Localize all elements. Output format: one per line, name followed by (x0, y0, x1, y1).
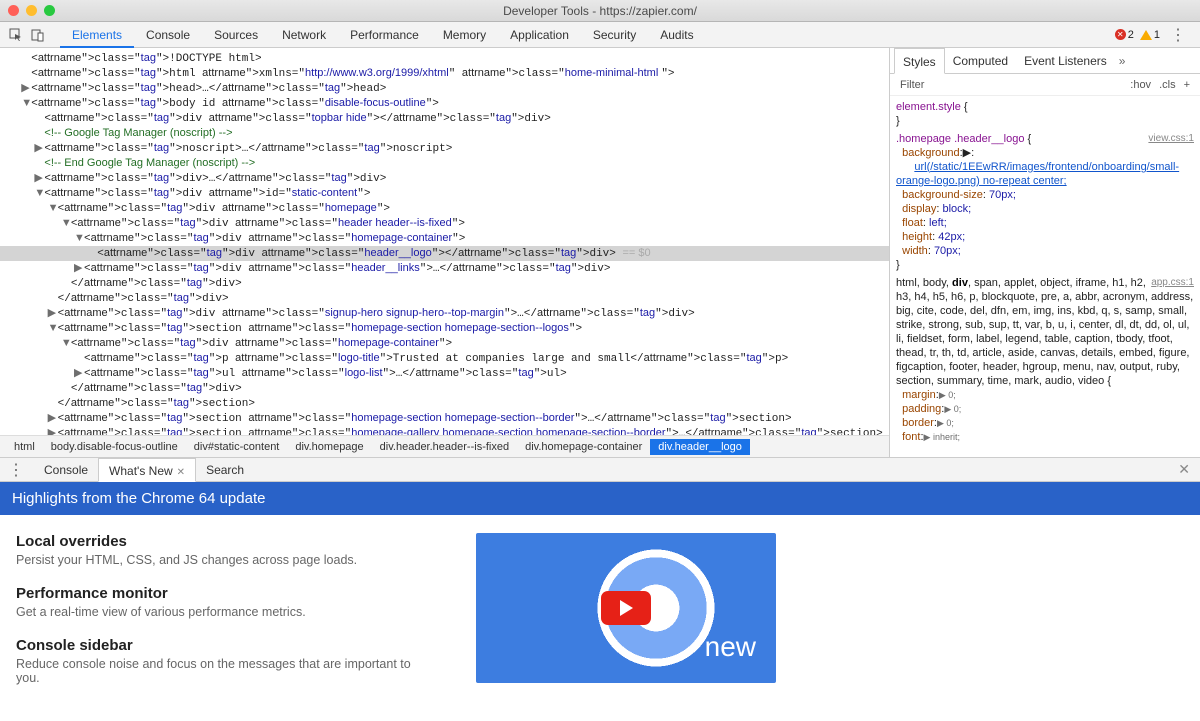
window-title: Developer Tools - https://zapier.com/ (0, 4, 1200, 18)
style-rules[interactable]: element.style {} view.css:1 .homepage .h… (890, 96, 1200, 457)
tab-memory[interactable]: Memory (431, 22, 498, 48)
tab-console[interactable]: Console (134, 22, 202, 48)
dom-node[interactable]: <attrname">class="tag">div attrname">cla… (8, 111, 889, 126)
device-toolbar-icon[interactable] (28, 25, 48, 45)
dom-node[interactable]: </attrname">class="tag">section> (8, 396, 889, 411)
styles-tab-computed[interactable]: Computed (945, 48, 1016, 74)
dom-breadcrumb[interactable]: htmlbody.disable-focus-outlinediv#static… (0, 435, 889, 457)
dom-node[interactable]: <attrname">class="tag">html attrname">xm… (8, 66, 889, 81)
breadcrumb-item[interactable]: div.homepage (287, 439, 371, 455)
dom-tree[interactable]: <attrname">class="tag">!DOCTYPE html> <a… (0, 48, 889, 435)
dom-node[interactable]: <attrname">class="tag">p attrname">class… (8, 351, 889, 366)
source-link[interactable]: app.css:1 (1151, 276, 1194, 290)
styles-filter-input[interactable]: Filter (896, 79, 928, 91)
tab-network[interactable]: Network (270, 22, 338, 48)
breadcrumb-item[interactable]: div.header.header--is-fixed (372, 439, 517, 455)
dom-node[interactable]: ▶<attrname">class="tag">noscript>…</attr… (8, 141, 889, 156)
dom-node[interactable]: ▼<attrname">class="tag">div attrname">cl… (8, 336, 889, 351)
dom-node[interactable]: </attrname">class="tag">div> (8, 381, 889, 396)
styles-panel: StylesComputedEvent Listeners» Filter :h… (890, 48, 1200, 457)
cls-toggle[interactable]: .cls (1155, 79, 1180, 91)
whats-new-desc: Persist your HTML, CSS, and JS changes a… (16, 553, 436, 567)
warning-count-badge[interactable]: 1 (1140, 29, 1160, 41)
dom-node[interactable]: <!-- End Google Tag Manager (noscript) -… (8, 156, 889, 171)
styles-filter-row: Filter :hov .cls + (890, 74, 1200, 96)
drawer-menu-icon[interactable]: ⋮ (4, 460, 28, 480)
play-icon[interactable] (601, 591, 651, 625)
whats-new-desc: Reduce console noise and focus on the me… (16, 657, 436, 685)
dom-node[interactable]: ▶<attrname">class="tag">ul attrname">cla… (8, 366, 889, 381)
error-count-badge[interactable]: ✕2 (1115, 29, 1134, 41)
tab-elements[interactable]: Elements (60, 22, 134, 48)
dom-node[interactable]: ▶<attrname">class="tag">div>…</attrname"… (8, 171, 889, 186)
rule-element-style: element.style {} (896, 100, 1194, 128)
whats-new-content: Local overrides Persist your HTML, CSS, a… (0, 515, 1200, 721)
whats-new-video[interactable]: new (476, 533, 776, 683)
devtools-toolbar: ElementsConsoleSourcesNetworkPerformance… (0, 22, 1200, 48)
tab-audits[interactable]: Audits (648, 22, 705, 48)
tab-security[interactable]: Security (581, 22, 648, 48)
drawer-tab-what-s-new[interactable]: What's New✕ (98, 458, 196, 482)
tab-performance[interactable]: Performance (338, 22, 431, 48)
dom-node[interactable]: </attrname">class="tag">div> (8, 291, 889, 306)
dom-node[interactable]: ▶<attrname">class="tag">head>…</attrname… (8, 81, 889, 96)
panel-tabs: ElementsConsoleSourcesNetworkPerformance… (60, 22, 706, 48)
settings-menu-icon[interactable]: ⋮ (1166, 25, 1190, 45)
styles-tabs-more-icon[interactable]: » (1115, 54, 1130, 68)
rule-reset: app.css:1 html, body, div, span, applet,… (896, 276, 1194, 444)
source-link[interactable]: view.css:1 (1148, 132, 1194, 146)
drawer-close-icon[interactable]: ✕ (1172, 461, 1196, 478)
drawer-tab-console[interactable]: Console (34, 458, 98, 482)
styles-tabs: StylesComputedEvent Listeners» (890, 48, 1200, 74)
dom-node[interactable]: ▶<attrname">class="tag">div attrname">cl… (8, 261, 889, 276)
breadcrumb-item[interactable]: div.header__logo (650, 439, 750, 455)
whats-new-title: Performance monitor (16, 585, 436, 602)
dom-node[interactable]: ▶<attrname">class="tag">section attrname… (8, 411, 889, 426)
breadcrumb-item[interactable]: html (6, 439, 43, 455)
video-overlay-text: new (705, 631, 756, 663)
whats-new-desc: Get a real-time view of various performa… (16, 605, 436, 619)
whats-new-title: Local overrides (16, 533, 436, 550)
tab-sources[interactable]: Sources (202, 22, 270, 48)
dom-node[interactable]: ▼<attrname">class="tag">div attrname">id… (8, 186, 889, 201)
styles-tab-styles[interactable]: Styles (894, 48, 945, 74)
tab-application[interactable]: Application (498, 22, 581, 48)
dom-node[interactable]: ▼<attrname">class="tag">div attrname">cl… (8, 216, 889, 231)
dom-node[interactable]: </attrname">class="tag">div> (8, 276, 889, 291)
whats-new-item[interactable]: Performance monitor Get a real-time view … (16, 585, 436, 619)
breadcrumb-item[interactable]: div#static-content (186, 439, 288, 455)
breadcrumb-item[interactable]: div.homepage-container (517, 439, 650, 455)
drawer-tabs: ⋮ ConsoleWhat's New✕Search ✕ (0, 458, 1200, 482)
drawer-tab-search[interactable]: Search (196, 458, 254, 482)
dom-node[interactable]: ▶<attrname">class="tag">section attrname… (8, 426, 889, 435)
dom-node[interactable]: <attrname">class="tag">div attrname">cla… (0, 246, 889, 261)
dom-node[interactable]: ▶<attrname">class="tag">div attrname">cl… (8, 306, 889, 321)
dom-node[interactable]: ▼<attrname">class="tag">section attrname… (8, 321, 889, 336)
dom-node[interactable]: ▼<attrname">class="tag">div attrname">cl… (8, 201, 889, 216)
whats-new-banner: Highlights from the Chrome 64 update (0, 482, 1200, 515)
hov-toggle[interactable]: :hov (1126, 79, 1155, 91)
dom-node[interactable]: <attrname">class="tag">!DOCTYPE html> (8, 51, 889, 66)
styles-tab-event-listeners[interactable]: Event Listeners (1016, 48, 1115, 74)
inspect-element-icon[interactable] (6, 25, 26, 45)
new-rule-button[interactable]: + (1180, 79, 1194, 91)
whats-new-item[interactable]: Console sidebar Reduce console noise and … (16, 637, 436, 685)
whats-new-item[interactable]: Local overrides Persist your HTML, CSS, a… (16, 533, 436, 567)
dom-node[interactable]: ▼<attrname">class="tag">div attrname">cl… (8, 231, 889, 246)
dom-node[interactable]: ▼<attrname">class="tag">body id attrname… (8, 96, 889, 111)
elements-panel: <attrname">class="tag">!DOCTYPE html> <a… (0, 48, 890, 457)
rule-header-logo: view.css:1 .homepage .header__logo { bac… (896, 132, 1194, 272)
breadcrumb-item[interactable]: body.disable-focus-outline (43, 439, 186, 455)
close-icon[interactable]: ✕ (177, 467, 185, 478)
whats-new-title: Console sidebar (16, 637, 436, 654)
window-titlebar: Developer Tools - https://zapier.com/ (0, 0, 1200, 22)
dom-node[interactable]: <!-- Google Tag Manager (noscript) --> (8, 126, 889, 141)
